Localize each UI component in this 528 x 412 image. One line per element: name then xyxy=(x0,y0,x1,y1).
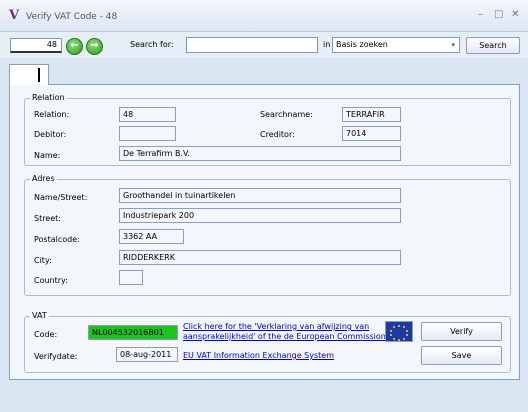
creditor-field[interactable]: 7014 xyxy=(342,126,401,141)
debitor-label: Debitor: xyxy=(34,130,67,139)
country-label: Country: xyxy=(34,276,68,285)
search-button[interactable]: Search xyxy=(466,37,520,54)
verifydate-field[interactable]: 08-aug-2011 xyxy=(116,347,178,362)
window-footer xyxy=(0,380,528,412)
minimize-icon[interactable]: – xyxy=(478,9,483,20)
verify-button[interactable]: Verify xyxy=(421,322,502,341)
maximize-icon[interactable]: □ xyxy=(494,9,503,20)
search-for-label: Search for: xyxy=(130,40,174,49)
namestreet-label: Name/Street: xyxy=(34,193,88,202)
eu-flag-icon xyxy=(385,321,413,342)
country-field[interactable] xyxy=(119,270,143,285)
previous-record-button[interactable]: ← xyxy=(66,38,83,55)
vat-group-title: VAT xyxy=(30,311,49,320)
city-field[interactable]: RIDDERKERK xyxy=(119,250,401,265)
name-label: Name: xyxy=(34,151,61,160)
close-icon[interactable]: ✕ xyxy=(511,9,519,20)
tab-main[interactable] xyxy=(9,64,49,85)
street-label: Street: xyxy=(34,214,62,223)
vat-code-field[interactable]: NL004532016B01 xyxy=(88,325,178,340)
postalcode-label: Postalcode: xyxy=(34,235,80,244)
disclaimer-link-line1[interactable]: Click here for the 'Verklaring van afwij… xyxy=(183,322,369,331)
window-title: Verify VAT Code - 48 xyxy=(26,12,118,22)
search-scope-value: Basis zoeken xyxy=(336,40,388,49)
save-button[interactable]: Save xyxy=(421,346,502,365)
arrow-left-icon: ← xyxy=(70,40,79,51)
relation-field[interactable]: 48 xyxy=(119,107,176,122)
vies-link[interactable]: EU VAT Information Exchange System xyxy=(183,351,334,360)
postalcode-field[interactable]: 3362 AA xyxy=(119,229,184,244)
name-field[interactable]: De Terrafirm B.V. xyxy=(119,146,401,161)
app-logo-icon: V xyxy=(9,8,20,23)
searchname-label: Searchname: xyxy=(260,110,313,119)
dropdown-arrow-icon: ▾ xyxy=(451,41,455,49)
text-cursor xyxy=(38,68,40,82)
search-scope-select[interactable]: Basis zoeken ▾ xyxy=(332,37,460,53)
arrow-right-icon: → xyxy=(90,40,99,51)
record-number-field[interactable]: 48 xyxy=(10,38,62,53)
creditor-label: Creditor: xyxy=(260,130,295,139)
in-label: in xyxy=(323,40,331,49)
debitor-field[interactable] xyxy=(119,126,176,141)
title-bar: V Verify VAT Code - 48 – □ ✕ xyxy=(0,0,528,32)
relation-group-title: Relation xyxy=(30,93,67,102)
next-record-button[interactable]: → xyxy=(86,38,103,55)
namestreet-field[interactable]: Groothandel in tuinartikelen xyxy=(119,188,401,203)
city-label: City: xyxy=(34,256,52,265)
vat-code-label: Code: xyxy=(34,330,58,339)
relation-label: Relation: xyxy=(34,110,70,119)
searchname-field[interactable]: TERRAFIR xyxy=(342,107,401,122)
disclaimer-link-line2[interactable]: aansprakelijkheid' of the de European Co… xyxy=(183,332,386,341)
adres-group-title: Adres xyxy=(30,174,57,183)
street-field[interactable]: Industriepark 200 xyxy=(119,208,401,223)
verifydate-label: Verifydate: xyxy=(34,352,78,361)
search-input[interactable] xyxy=(186,37,318,53)
